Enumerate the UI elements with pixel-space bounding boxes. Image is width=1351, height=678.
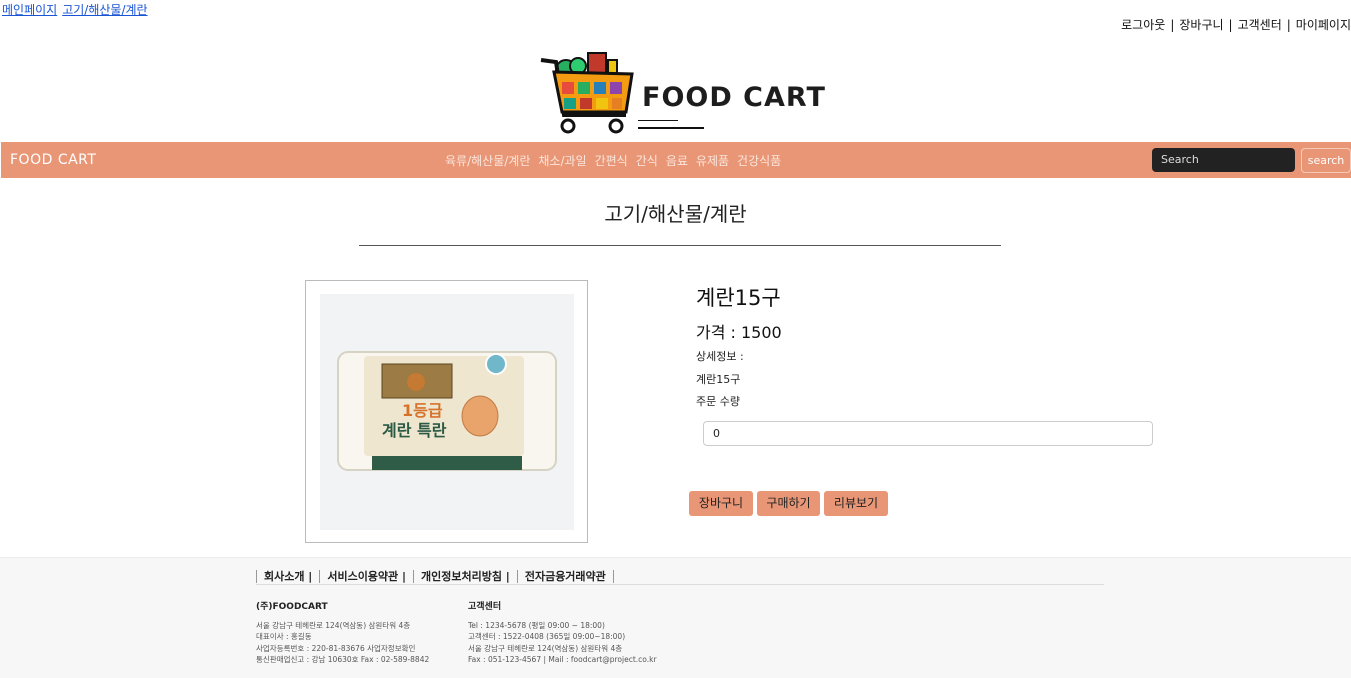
support-line: Tel : 1234-5678 (평일 09:00 ~ 18:00) [468, 620, 605, 630]
support-title: 고객센터 [468, 602, 502, 612]
support-info: 고객센터 Tel : 1234-5678 (평일 09:00 ~ 18:00) … [468, 602, 657, 666]
logout-link[interactable]: 로그아웃 [1121, 18, 1165, 32]
title-divider [359, 245, 1001, 246]
navbar-brand[interactable]: FOOD CART [10, 152, 96, 168]
menu-item-dairy[interactable]: 유제품 [696, 154, 729, 168]
footer-link-finance-terms[interactable]: 전자금융거래약관 [516, 570, 614, 583]
footer-link-terms[interactable]: 서비스이용약관 | [319, 570, 414, 583]
footer-links: 회사소개 | 서비스이용약관 | 개인정보처리방침 | 전자금융거래약관 [256, 568, 614, 584]
breadcrumb-category-link[interactable]: 고기/해산물/계란 [62, 3, 147, 17]
company-name: (주)FOODCART [256, 602, 328, 612]
logo-underline [638, 120, 678, 121]
menu-item-snack[interactable]: 간식 [636, 154, 658, 168]
separator: | [1170, 18, 1175, 32]
company-line: 통신판매업신고 : 강남 10630호 Fax : 02-589-8842 [256, 655, 430, 664]
buy-button[interactable]: 구매하기 [757, 491, 820, 516]
quantity-label: 주문 수량 [696, 395, 740, 408]
cart-link[interactable]: 장바구니 [1179, 18, 1223, 32]
menu-item-beverage[interactable]: 음료 [666, 154, 688, 168]
quantity-input[interactable]: 0 [703, 421, 1153, 446]
mypage-link[interactable]: 마이페이지 [1296, 18, 1351, 32]
category-menu: 육류/해산물/계란 채소/과일 간편식 간식 음료 유제품 건강식품 [445, 152, 789, 169]
menu-item-health-food[interactable]: 건강식품 [737, 154, 781, 168]
search-button[interactable]: search [1301, 148, 1351, 173]
logo-underline [638, 127, 704, 129]
menu-item-ready-meal[interactable]: 간편식 [595, 154, 628, 168]
detail-label: 상세정보 : [696, 350, 744, 363]
footer-divider [256, 584, 1104, 585]
company-line: 대표이사 : 홍길동 [256, 632, 312, 641]
search-input[interactable]: Search [1152, 148, 1295, 172]
company-line: 서울 강남구 테헤란로 124(역삼동) 삼원타워 4층 [256, 620, 411, 630]
add-to-cart-button[interactable]: 장바구니 [689, 491, 753, 516]
carton-name-text: 계란 특란 [382, 421, 447, 440]
view-reviews-button[interactable]: 리뷰보기 [824, 491, 888, 516]
company-info: (주)FOODCART 서울 강남구 테헤란로 124(역삼동) 삼원타워 4층… [256, 602, 429, 666]
carton-grade-text: 1등급 [402, 401, 443, 420]
egg-carton-illustration: 1등급 계란 특란 [337, 351, 557, 471]
product-price: 가격 : 1500 [696, 323, 782, 342]
product-image-frame: 1등급 계란 특란 [305, 280, 588, 543]
menu-item-vegetable-fruit[interactable]: 채소/과일 [538, 154, 586, 168]
breadcrumb: 메인페이지 고기/해산물/계란 [2, 1, 153, 18]
support-line: 서울 강남구 테헤란로 124(역삼동) 삼원타워 4층 [468, 643, 623, 653]
breadcrumb-home-link[interactable]: 메인페이지 [2, 3, 57, 17]
separator: | [1228, 18, 1233, 32]
menu-item-meat-seafood-egg[interactable]: 육류/해산물/계란 [445, 154, 530, 168]
company-line: 사업자등록번호 : 220-81-83676 사업자정보확인 [256, 643, 416, 653]
top-utility-nav: 로그아웃 | 장바구니 | 고객센터 | 마이페이지 [1121, 16, 1351, 33]
shopping-cart-icon [540, 52, 678, 134]
support-line: 고객센터 : 1522-0408 (365일 09:00~18:00) [468, 632, 626, 641]
detail-value: 계란15구 [696, 373, 741, 386]
footer-link-privacy[interactable]: 개인정보처리방침 | [413, 570, 517, 583]
logo-text: FOOD CART [642, 82, 826, 113]
product-name: 계란15구 [696, 286, 781, 310]
customer-center-link[interactable]: 고객센터 [1238, 18, 1282, 32]
footer: 회사소개 | 서비스이용약관 | 개인정보처리방침 | 전자금융거래약관 (주)FOO… [0, 557, 1351, 678]
product-image: 1등급 계란 특란 [320, 294, 574, 530]
support-line: Fax : 051-123-4567 | Mail : foodcart@pro… [468, 655, 657, 664]
footer-link-about[interactable]: 회사소개 | [256, 570, 320, 583]
site-logo[interactable]: FOOD CART [538, 50, 828, 140]
page-title: 고기/해산물/계란 [604, 202, 747, 226]
separator: | [1286, 18, 1291, 32]
main-navbar: FOOD CART 육류/해산물/계란 채소/과일 간편식 간식 음료 유제품 건강식품 S… [1, 142, 1351, 178]
